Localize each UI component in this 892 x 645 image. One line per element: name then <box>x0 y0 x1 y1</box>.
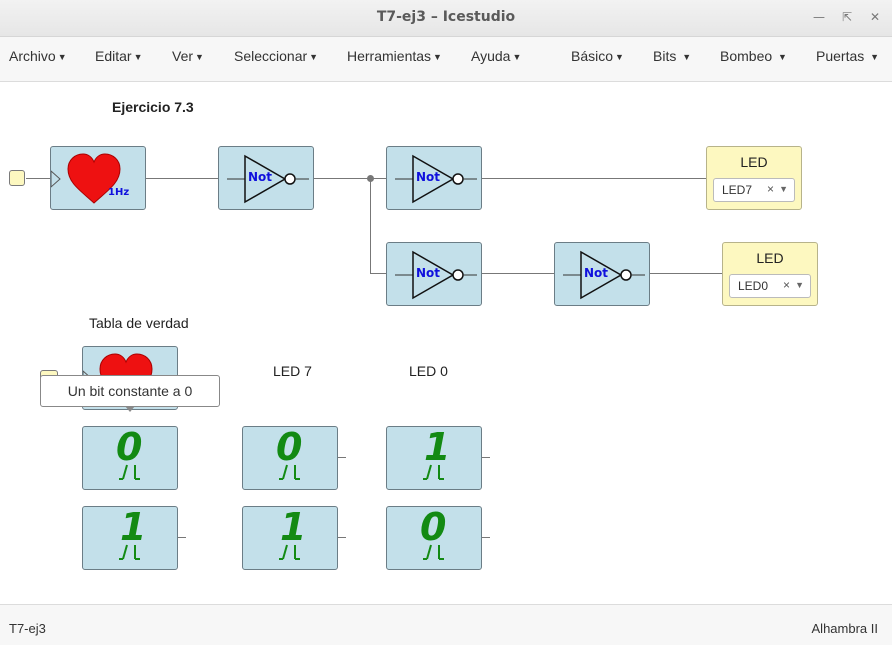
menu-bits-label: Bits <box>653 48 677 64</box>
menu-puertas-label: Puertas <box>816 48 865 64</box>
bit-constant-block[interactable]: 1 <box>82 505 178 570</box>
bit-constant-block[interactable]: 0 <box>386 505 482 570</box>
menu-herramientas[interactable]: Herramientas ▼ <box>347 48 442 64</box>
bit-value: 0 <box>276 425 303 469</box>
wire <box>26 178 52 179</box>
not-gate-3[interactable]: Not <box>386 242 482 306</box>
not-label: Not <box>416 170 441 184</box>
bit-value: 1 <box>280 505 307 549</box>
clock-frequency: 1Hz <box>108 187 130 198</box>
menu-editar[interactable]: Editar ▼ <box>95 48 143 64</box>
caret-down-icon: ▼ <box>615 52 624 62</box>
wire <box>370 273 387 274</box>
menu-ver[interactable]: Ver ▼ <box>172 48 204 64</box>
bit-value: 1 <box>120 505 147 549</box>
wire <box>482 457 490 458</box>
led7-pin-value: LED7 <box>722 183 753 197</box>
bit-constant-block[interactable]: 1 <box>242 505 338 570</box>
wire <box>338 457 346 458</box>
caret-down-icon: ▼ <box>133 52 143 62</box>
close-icon[interactable]: ✕ <box>864 6 886 28</box>
menu-bits[interactable]: Bits ▼ <box>653 48 691 64</box>
menu-puertas[interactable]: Puertas ▼ <box>816 48 879 64</box>
bit-constant-block[interactable]: 1 <box>386 425 482 490</box>
truth-table-title: Tabla de verdad <box>89 315 189 331</box>
bit-value: 1 <box>424 425 451 469</box>
led-title: LED <box>740 154 768 170</box>
truth-table-col-led7: LED 7 <box>273 363 312 379</box>
input-pin[interactable] <box>9 170 25 186</box>
project-name: T7-ej3 <box>9 621 46 636</box>
wire <box>481 273 555 274</box>
menu-editar-label: Editar <box>95 48 132 64</box>
heart-icon <box>51 153 121 204</box>
block-tooltip: Un bit constante a 0 <box>40 375 220 412</box>
circuit-title: Ejercicio 7.3 <box>112 99 194 115</box>
not-label: Not <box>584 266 609 280</box>
caret-down-icon: ▼ <box>433 52 442 62</box>
menu-bar: Archivo ▼ Editar ▼ Ver ▼ Seleccionar ▼ Herra… <box>0 37 892 82</box>
bit-value: 0 <box>420 505 447 549</box>
bit-value: 0 <box>116 425 143 469</box>
caret-down-icon: ▼ <box>512 52 522 62</box>
minimize-icon[interactable]: — <box>808 6 830 28</box>
window-title: T7-ej3 – Icestudio <box>376 9 516 25</box>
not-gate-1[interactable]: Not <box>218 146 314 210</box>
menu-basico[interactable]: Básico ▼ <box>571 48 624 64</box>
wire <box>370 178 371 274</box>
not-gate-2[interactable]: Not <box>386 146 482 210</box>
led7-pin-select[interactable]: LED7 × ▼ <box>713 178 795 202</box>
maximize-icon[interactable]: ⇱ <box>836 6 858 28</box>
not-label: Not <box>416 266 441 280</box>
board-name: Alhambra II <box>811 621 878 636</box>
chevron-down-icon[interactable]: ▼ <box>779 184 788 194</box>
caret-down-icon: ▼ <box>309 52 319 62</box>
bit-constant-block[interactable]: 0 <box>82 425 178 490</box>
led0-pin-select[interactable]: LED0 × ▼ <box>729 274 811 298</box>
chevron-down-icon[interactable]: ▼ <box>795 280 804 290</box>
caret-down-icon: ▼ <box>195 52 204 62</box>
wire <box>482 537 490 538</box>
wire <box>649 273 723 274</box>
not-gate-4[interactable]: Not <box>554 242 650 306</box>
wire <box>313 178 387 179</box>
clear-icon[interactable]: × <box>767 182 774 196</box>
led0-output-block[interactable]: LED LED0 × ▼ <box>722 242 818 306</box>
menu-bombeo[interactable]: Bombeo ▼ <box>720 48 787 64</box>
wire <box>146 178 219 179</box>
menu-ver-label: Ver <box>172 48 194 64</box>
wire-junction <box>367 175 374 182</box>
status-bar: T7-ej3 Alhambra II <box>0 604 892 645</box>
clear-icon[interactable]: × <box>783 278 790 292</box>
menu-archivo-label: Archivo <box>9 48 56 64</box>
menu-seleccionar[interactable]: Seleccionar ▼ <box>234 48 318 64</box>
menu-ayuda-label: Ayuda <box>471 48 511 64</box>
clock-block[interactable]: 1Hz <box>50 146 146 210</box>
title-bar: T7-ej3 – Icestudio — ⇱ ✕ <box>0 0 892 37</box>
menu-archivo[interactable]: Archivo ▼ <box>9 48 67 64</box>
menu-basico-label: Básico <box>571 48 614 64</box>
caret-down-icon: ▼ <box>682 52 692 62</box>
caret-down-icon: ▼ <box>870 52 880 62</box>
bit-constant-block[interactable]: 0 <box>242 425 338 490</box>
not-label: Not <box>248 170 273 184</box>
menu-seleccionar-label: Seleccionar <box>234 48 308 64</box>
truth-table-col-led0: LED 0 <box>409 363 448 379</box>
design-canvas[interactable]: Ejercicio 7.3 1Hz Not Not Not Not LED LE… <box>0 82 892 604</box>
wire <box>338 537 346 538</box>
wire <box>178 537 186 538</box>
menu-herramientas-label: Herramientas <box>347 48 432 64</box>
caret-down-icon: ▼ <box>778 52 787 62</box>
led0-pin-value: LED0 <box>738 279 769 293</box>
menu-ayuda[interactable]: Ayuda ▼ <box>471 48 521 64</box>
menu-bombeo-label: Bombeo <box>720 48 773 64</box>
led-title: LED <box>756 250 784 266</box>
wire <box>481 178 707 179</box>
caret-down-icon: ▼ <box>57 52 67 62</box>
led7-output-block[interactable]: LED LED7 × ▼ <box>706 146 802 210</box>
